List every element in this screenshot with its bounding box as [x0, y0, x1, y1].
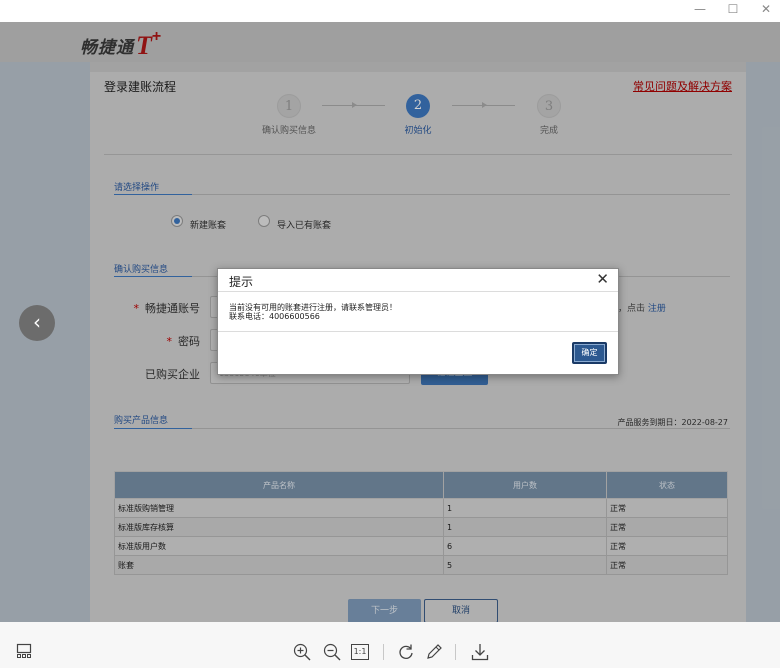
actual-size-button[interactable]: 1:1: [351, 644, 369, 660]
close-icon[interactable]: ✕: [596, 270, 609, 288]
table-cell: 1: [443, 498, 607, 518]
table-cell: 正常: [606, 517, 728, 537]
expire-date: 产品服务到期日：2022-08-27: [617, 418, 729, 427]
prompt-dialog: 提示 ✕ 当前没有可用的账套进行注册，请联系管理员！ 联系电话：40066005…: [217, 268, 619, 375]
table-cell: 标准版购销管理: [114, 498, 444, 518]
rotate-icon[interactable]: [396, 643, 416, 661]
table-row: 标准版库存核算 1 正常: [114, 517, 728, 537]
column-header: 产品名称: [114, 471, 444, 499]
dialog-divider: [218, 291, 618, 292]
products-table: 产品名称 用户数 状态 标准版购销管理 1 正常 标准版库存核算 1 正常 标准…: [114, 471, 728, 575]
account-label: * 畅捷通账号: [133, 302, 201, 315]
logo-plus: +: [151, 28, 162, 45]
radio-label: 新建账套: [190, 221, 227, 231]
app-logo: 畅捷通 T +: [80, 28, 162, 60]
column-header: 用户数: [443, 471, 607, 499]
step-label: 确认购买信息: [261, 126, 316, 136]
products-section-title: 购买产品信息: [114, 416, 169, 426]
table-cell: 账套: [114, 555, 444, 575]
radio-label: 导入已有账套: [277, 221, 332, 231]
table-cell: 标准版库存核算: [114, 517, 444, 537]
dialog-title: 提示: [229, 275, 254, 289]
minimize-icon[interactable]: —: [690, 2, 710, 16]
cancel-button[interactable]: 取消: [424, 599, 498, 623]
ok-button[interactable]: 确定: [572, 342, 607, 364]
step-3: 3 完成: [509, 94, 589, 136]
operation-section-title: 请选择操作: [114, 183, 160, 193]
table-header-row: 产品名称 用户数 状态: [114, 471, 728, 499]
divider: [104, 154, 732, 155]
window-titlebar: — ☐ ✕: [0, 0, 780, 22]
step-label: 初始化: [404, 126, 432, 136]
step-number: 3: [537, 94, 561, 118]
right-background: [746, 62, 780, 622]
section-divider: [114, 428, 730, 429]
register-link[interactable]: 注册: [648, 304, 666, 314]
viewer-toolbar: 1:1: [0, 622, 780, 668]
table-row: 标准版用户数 6 正常: [114, 536, 728, 556]
panel-title: 登录建账流程: [104, 80, 177, 94]
section-divider: [114, 194, 730, 195]
thumbnail-icon[interactable]: [14, 643, 34, 661]
download-icon[interactable]: [470, 643, 490, 661]
logo-text: 畅捷通: [80, 38, 134, 58]
radio-import-account[interactable]: [258, 215, 270, 227]
radio-new-account[interactable]: [171, 215, 183, 227]
step-1: 1 确认购买信息: [249, 94, 329, 136]
step-number: 1: [277, 94, 301, 118]
next-button[interactable]: 下一步: [348, 599, 421, 623]
company-label: 已购买企业: [145, 368, 200, 381]
register-hint: ，点击 注册: [618, 304, 666, 314]
table-cell: 正常: [606, 536, 728, 556]
app-header: 畅捷通 T +: [0, 22, 780, 62]
zoom-out-icon[interactable]: [322, 643, 342, 661]
step-number: 2: [406, 94, 430, 118]
table-cell: 1: [443, 517, 607, 537]
table-cell: 正常: [606, 555, 728, 575]
step-arrow: [322, 102, 385, 108]
column-header: 状态: [606, 471, 728, 499]
dialog-phone: 联系电话：4006600566: [229, 312, 320, 321]
left-background: [0, 62, 90, 622]
back-arrow-icon[interactable]: ‹: [19, 305, 55, 341]
step-label: 完成: [539, 126, 558, 136]
maximize-icon[interactable]: ☐: [723, 2, 743, 16]
dialog-divider: [218, 331, 618, 332]
step-arrow: [452, 102, 515, 108]
table-cell: 正常: [606, 498, 728, 518]
table-cell: 6: [443, 536, 607, 556]
close-icon[interactable]: ✕: [756, 2, 776, 16]
table-cell: 5: [443, 555, 607, 575]
zoom-in-icon[interactable]: [292, 643, 312, 661]
toolbar-separator: [455, 644, 456, 660]
password-label: * 密码: [166, 335, 201, 348]
faq-link[interactable]: 常见问题及解决方案: [633, 78, 732, 94]
logo-mark: T: [136, 31, 152, 60]
step-2: 2 初始化: [378, 94, 458, 136]
edit-icon[interactable]: [424, 643, 444, 661]
table-row: 标准版购销管理 1 正常: [114, 498, 728, 518]
table-row: 账套 5 正常: [114, 555, 728, 575]
table-cell: 标准版用户数: [114, 536, 444, 556]
purchase-section-title: 确认购买信息: [114, 265, 169, 275]
toolbar-separator: [383, 644, 384, 660]
